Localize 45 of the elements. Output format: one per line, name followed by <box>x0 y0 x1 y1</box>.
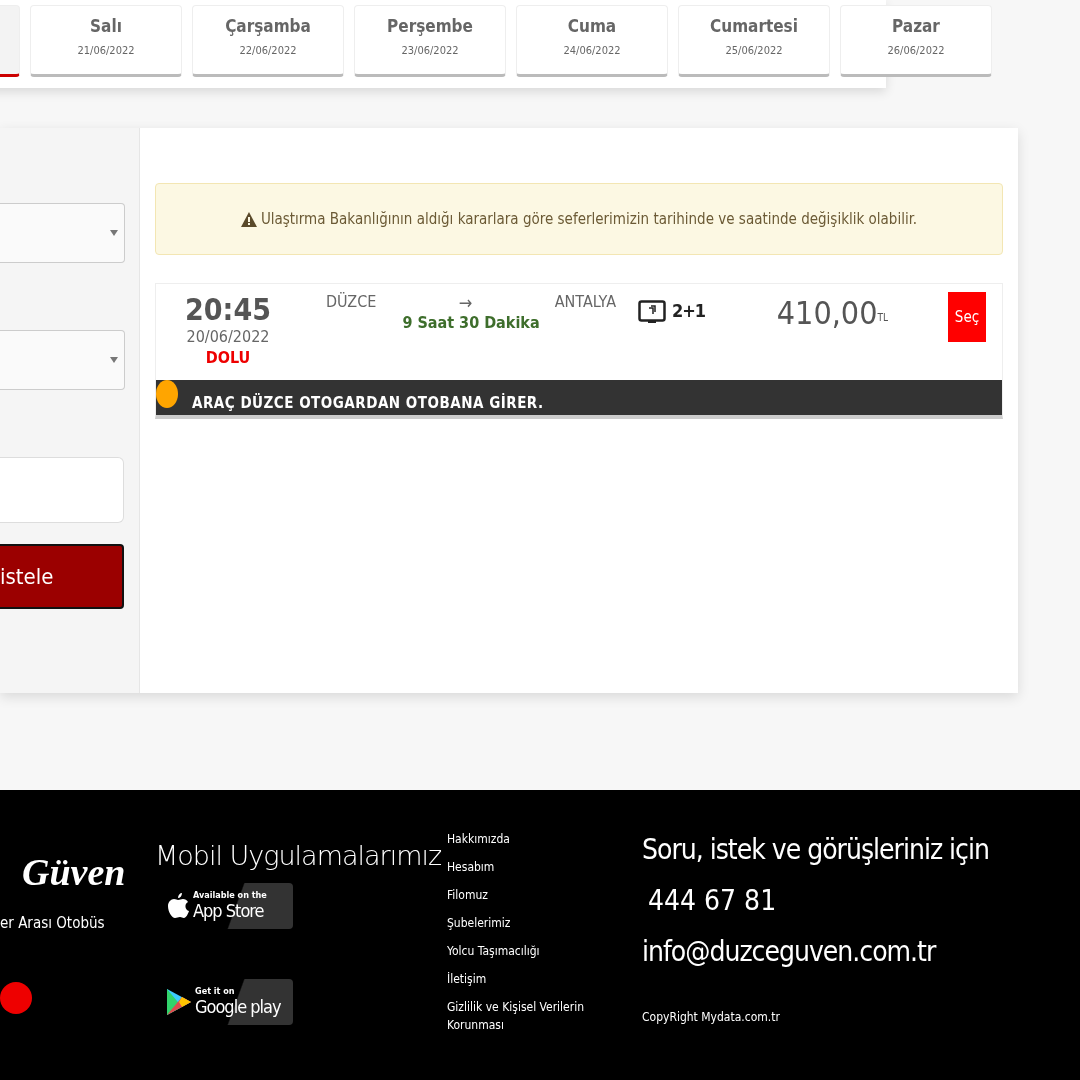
note-text: ARAÇ DÜZCE OTOGARDAN OTOBANA GİRER. <box>192 393 544 412</box>
contact-heading: Soru, istek ve görüşleriniz için <box>642 833 989 866</box>
phone-number: 444 67 81 <box>647 884 778 917</box>
origin-city: DÜZCE <box>326 292 377 313</box>
footer-link[interactable]: Gizlilik ve Kişisel Verilerin Korunması <box>447 998 587 1034</box>
footer-link[interactable]: Filomuz <box>447 886 587 904</box>
caret-icon <box>110 357 118 363</box>
destination-city: ANTALYA <box>554 292 616 313</box>
input-field[interactable] <box>0 457 124 523</box>
select-button[interactable]: Seç <box>948 292 986 342</box>
caret-icon <box>110 230 118 236</box>
footer-link[interactable]: Hesabım <box>447 858 587 876</box>
notice-text: Ulaştırma Bakanlığının aldığı kararlara göre seferlerimizin tarihinde ve saatinde değişiklik olabilir. <box>260 210 918 228</box>
apple-icon <box>167 893 189 919</box>
select-field[interactable] <box>0 330 125 390</box>
arrow-text: → <box>458 292 473 313</box>
day-tab[interactable]: Cumartesi 25/06/2022 <box>678 5 830 77</box>
warning-icon <box>240 211 257 227</box>
currency-label: TL <box>877 312 888 323</box>
email-address: info@duzceguven.com.tr <box>642 935 937 968</box>
circle-icon <box>0 982 32 1014</box>
day-tab[interactable]: Salı 21/06/2022 <box>30 5 182 77</box>
trip-date: 20/06/2022 <box>186 327 270 346</box>
departure-time: 20:45 <box>185 292 271 327</box>
ticket-price: 410,00 <box>776 294 878 332</box>
apps-heading: Mobil Uygulamalarımız <box>155 840 443 871</box>
day-tab[interactable]: Cuma 24/06/2022 <box>516 5 668 77</box>
logo-text: Güven <box>22 850 126 894</box>
footer-link[interactable]: Yolcu Taşımacılığı <box>447 942 587 960</box>
tagline: er Arası Otobüs <box>0 914 105 932</box>
footer-link[interactable]: Hakkımızda <box>447 830 587 848</box>
select-field[interactable] <box>0 203 125 263</box>
day-tab[interactable]: Çarşamba 22/06/2022 <box>192 5 344 77</box>
footer-link[interactable]: İletişim <box>447 970 587 988</box>
footer-link[interactable]: Şubelerimiz <box>447 914 587 932</box>
seat-layout: 2+1 <box>672 300 706 321</box>
copyright-text: CopyRight Mydata.com.tr <box>642 1010 781 1024</box>
dot-icon <box>156 379 178 408</box>
day-tab[interactable]: Perşembe 23/06/2022 <box>354 5 506 77</box>
day-tab[interactable]: Pazar 26/06/2022 <box>840 5 992 77</box>
list-button[interactable]: istele <box>0 544 124 609</box>
status-label: DOLU <box>205 348 251 367</box>
trip-duration: 9 Saat 30 Dakika <box>402 313 540 332</box>
play-icon <box>167 989 191 1015</box>
screen-icon <box>638 300 666 324</box>
